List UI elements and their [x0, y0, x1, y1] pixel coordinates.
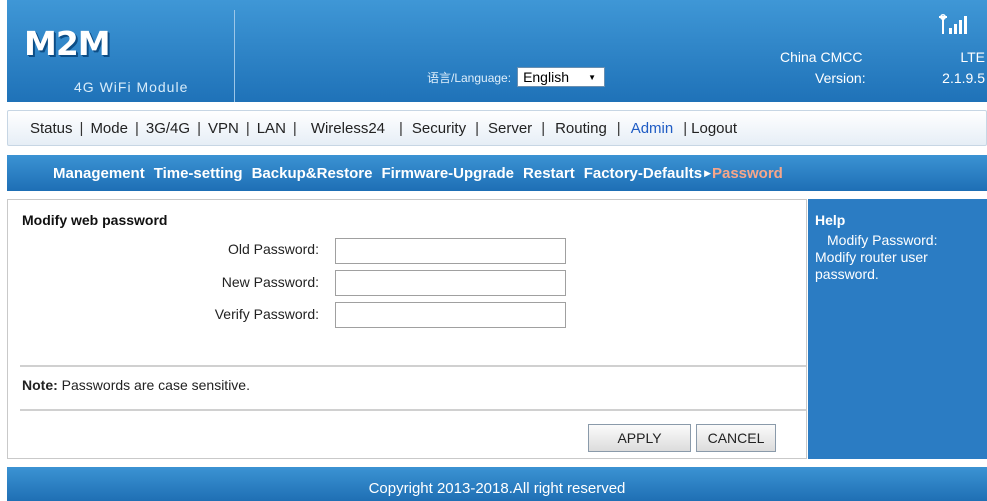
nav-admin[interactable]: Admin — [621, 120, 684, 137]
language-selector: 语言/Language: English ▼ — [427, 67, 606, 87]
logo-box: M2M 4G WiFi Module — [7, 10, 235, 102]
version-label: Version: — [815, 70, 866, 86]
password-panel: Modify web password Old Password: New Pa… — [7, 199, 807, 459]
cancel-button[interactable]: CANCEL — [696, 424, 776, 452]
nav-lan[interactable]: LAN — [250, 120, 293, 137]
form-title: Modify web password — [22, 212, 168, 228]
old-password-label: Old Password: — [227, 241, 319, 257]
new-password-label: New Password: — [221, 274, 319, 290]
version-value: 2.1.9.5 — [942, 70, 985, 86]
subnav-time-setting[interactable]: Time-setting — [154, 165, 243, 182]
help-panel: Help Modify Password: Modify router user… — [808, 199, 987, 459]
apply-button[interactable]: APPLY — [588, 424, 691, 452]
nav-security[interactable]: Security — [403, 120, 475, 137]
subnav-restart[interactable]: Restart — [523, 165, 575, 182]
carrier-label: China CMCC — [780, 49, 863, 65]
verify-password-input[interactable] — [335, 302, 566, 328]
header-banner: M2M 4G WiFi Module 语言/Language: English … — [7, 0, 987, 102]
nav-status[interactable]: Status — [20, 120, 80, 137]
note-label: Note: — [22, 377, 58, 393]
note: Note: Passwords are case sensitive. — [22, 377, 250, 393]
divider — [20, 365, 806, 367]
divider — [20, 409, 806, 411]
copyright-text: Copyright 2013-2018.All right reserved — [368, 479, 626, 497]
verify-password-label: Verify Password: — [214, 306, 319, 322]
footer: Copyright 2013-2018.All right reserved — [7, 467, 987, 501]
subnav-management[interactable]: Management — [53, 165, 145, 182]
subnav-backup-restore[interactable]: Backup&Restore — [252, 165, 373, 182]
nav-3g4g[interactable]: 3G/4G — [139, 120, 197, 137]
new-password-input[interactable] — [335, 270, 566, 296]
logo-subtitle: 4G WiFi Module — [74, 79, 189, 95]
language-label: 语言/Language: — [427, 70, 512, 85]
old-password-input[interactable] — [335, 238, 566, 264]
logo: M2M — [24, 24, 111, 63]
note-text: Passwords are case sensitive. — [57, 377, 250, 393]
arrow-right-icon: ▶ — [704, 167, 711, 178]
help-text: Modify Password: Modify router user pass… — [815, 232, 938, 282]
help-title: Help — [815, 212, 846, 228]
subnav-factory-defaults[interactable]: Factory-Defaults — [584, 165, 702, 182]
nav-server[interactable]: Server — [479, 120, 541, 137]
language-selected: English — [523, 69, 569, 85]
nav-routing[interactable]: Routing — [545, 120, 617, 137]
network-type: LTE — [960, 49, 985, 65]
signal-bars-icon — [939, 14, 967, 34]
language-select[interactable]: English ▼ — [517, 67, 606, 87]
subnav-firmware-upgrade[interactable]: Firmware-Upgrade — [381, 165, 514, 182]
main-nav: Status | Mode | 3G/4G | VPN | LAN | Wire… — [7, 110, 987, 146]
nav-vpn[interactable]: VPN — [201, 120, 246, 137]
admin-subnav: Management Time-setting Backup&Restore F… — [7, 155, 987, 191]
nav-wireless24[interactable]: Wireless24 — [297, 120, 399, 137]
nav-mode[interactable]: Mode — [83, 120, 135, 137]
nav-logout[interactable]: Logout — [687, 120, 741, 137]
chevron-down-icon: ▼ — [588, 72, 597, 82]
subnav-password[interactable]: Password — [712, 165, 783, 182]
